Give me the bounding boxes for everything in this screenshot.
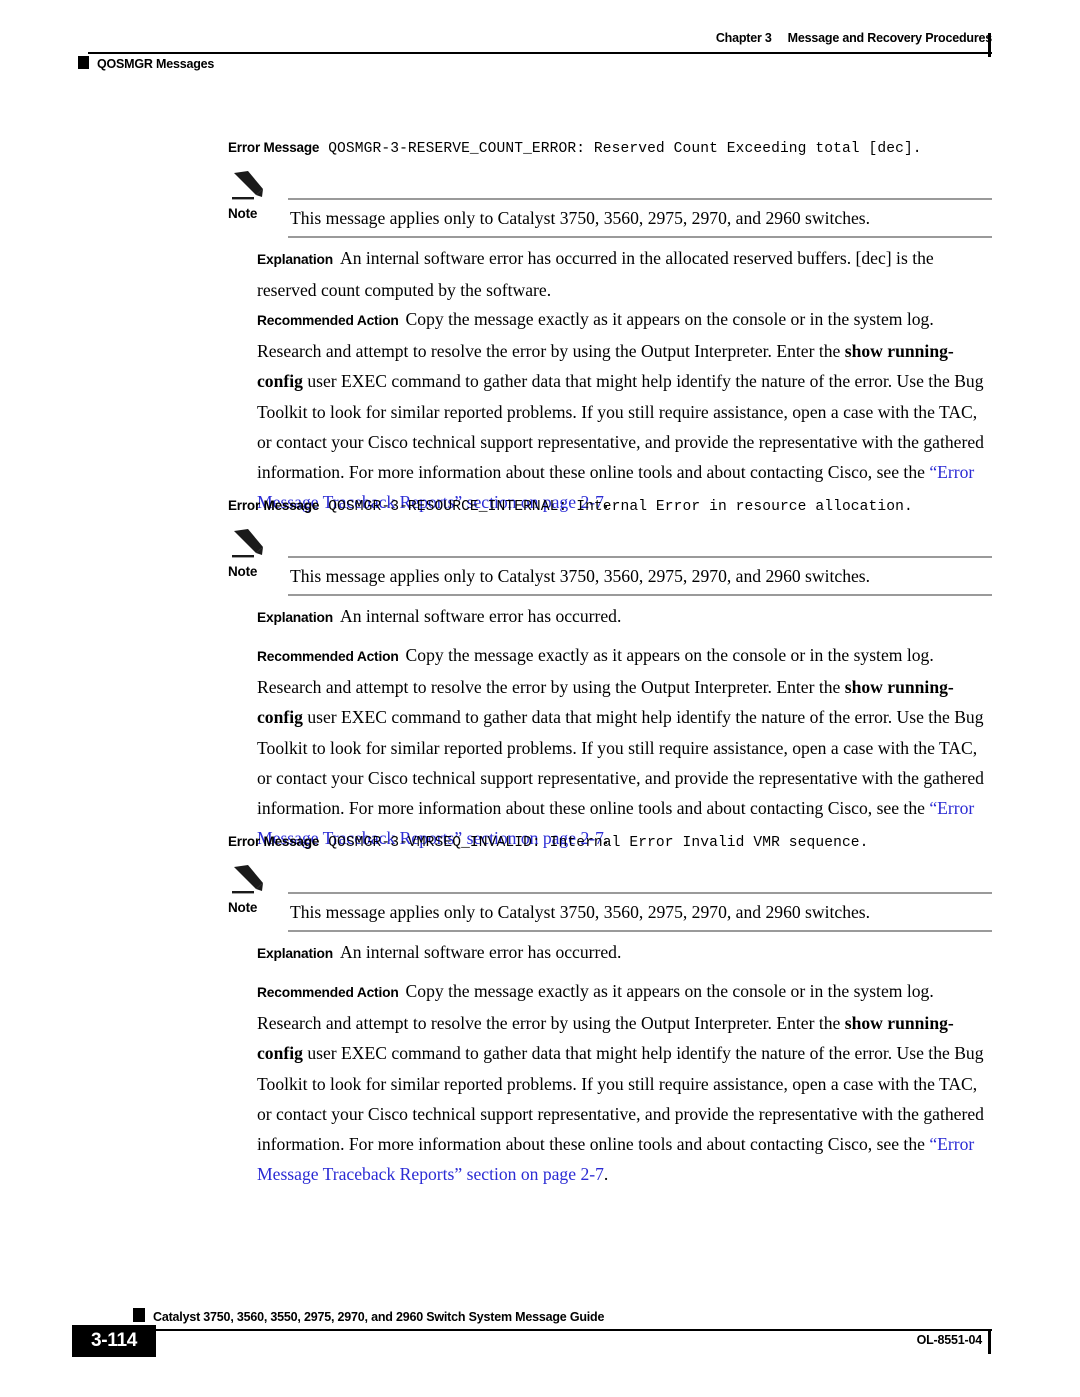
error-message-label: Error Message [228,498,320,513]
note-rule-bottom [288,236,992,238]
explanation-label: Explanation [257,610,333,625]
explanation-text: An internal software error has occurred. [340,606,622,626]
header-rule [88,52,992,54]
error-message-line: Error Message QOSMGR-3-RESOURCE_INTERNAL:… [228,497,1028,515]
note-rule-top [288,556,992,558]
recommended-action-label: Recommended Action [257,313,399,328]
error-message-id: QOSMGR-3-RESERVE_COUNT_ERROR: Reserved C… [328,141,922,157]
action-text-part2: user EXEC command to gather data that mi… [257,371,984,483]
error-message-line: Error Message QOSMGR-3-VMRSEQ_INVALID: In… [228,833,1028,851]
header-end-bar [988,33,992,57]
recommended-action-paragraph: Recommended Action Copy the message exact… [257,976,993,1189]
header-chapter-number: Chapter 3 [715,31,772,45]
action-text-part3: . [603,1164,609,1185]
explanation-paragraph: Explanation An internal software error ha… [257,243,993,305]
header-chapter-breadcrumb: Chapter 3 Message and Recovery Procedures [240,31,992,45]
error-message-label: Error Message [228,140,320,155]
note-label: Note [228,564,258,579]
action-text-part2: user EXEC command to gather data that mi… [257,707,984,819]
note-label: Note [228,900,258,915]
note-text: This message applies only to Catalyst 37… [290,566,871,586]
recommended-action-label: Recommended Action [257,985,399,1000]
explanation-label: Explanation [257,946,333,961]
note-rule-bottom [288,930,992,932]
pencil-icon [232,865,263,894]
note-label: Note [228,206,258,221]
note-rule-bottom [288,594,992,596]
header-chapter-title: Message and Recovery Procedures [787,31,993,45]
explanation-text: An internal software error has occurred … [257,248,934,301]
footer-end-bar [988,1330,992,1354]
header-section-title: QOSMGR Messages [97,57,215,71]
explanation-text: An internal software error has occurred. [340,942,622,962]
error-message-id: QOSMGR-3-RESOURCE_INTERNAL: Internal Err… [328,499,913,515]
pencil-icon [232,529,263,558]
page-number-badge: 3-114 [72,1325,156,1357]
footer-bullet-square-icon [133,1308,145,1322]
recommended-action-paragraph: Recommended Action Copy the message exact… [257,304,993,517]
explanation-label: Explanation [257,252,333,267]
explanation-paragraph: Explanation An internal software error ha… [257,601,993,633]
footer-guide-title: Catalyst 3750, 3560, 3550, 2975, 2970, a… [153,1310,605,1324]
page-header: Chapter 3 Message and Recovery Procedures… [0,0,1080,90]
explanation-paragraph: Explanation An internal software error ha… [257,937,993,969]
footer-rule [88,1329,992,1331]
error-message-id: QOSMGR-3-VMRSEQ_INVALID: Internal Error … [328,835,869,851]
note-text: This message applies only to Catalyst 37… [290,902,871,922]
recommended-action-label: Recommended Action [257,649,399,664]
note-text: This message applies only to Catalyst 37… [290,208,871,228]
recommended-action-paragraph: Recommended Action Copy the message exact… [257,640,993,853]
footer-document-id: OL-8551-04 [916,1333,983,1347]
pencil-icon [232,171,263,200]
note-rule-top [288,198,992,200]
note-rule-top [288,892,992,894]
error-message-label: Error Message [228,834,320,849]
error-message-line: Error Message QOSMGR-3-RESERVE_COUNT_ERRO… [228,139,1028,157]
action-text-part2: user EXEC command to gather data that mi… [257,1043,984,1155]
header-bullet-square-icon [78,56,89,69]
